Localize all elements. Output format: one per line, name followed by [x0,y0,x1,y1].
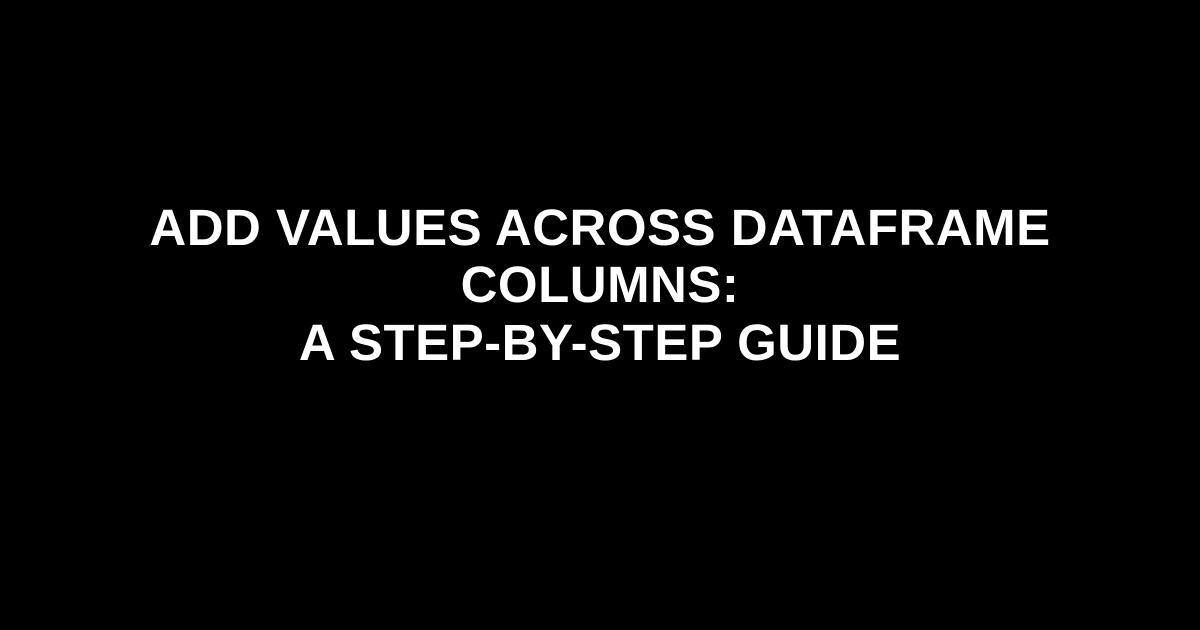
title-container: ADD VALUES ACROSS DATAFRAME COLUMNS: A S… [0,199,1200,370]
title-line-2: A STEP-BY-STEP GUIDE [60,314,1140,371]
title-line-1: ADD VALUES ACROSS DATAFRAME COLUMNS: [60,199,1140,313]
